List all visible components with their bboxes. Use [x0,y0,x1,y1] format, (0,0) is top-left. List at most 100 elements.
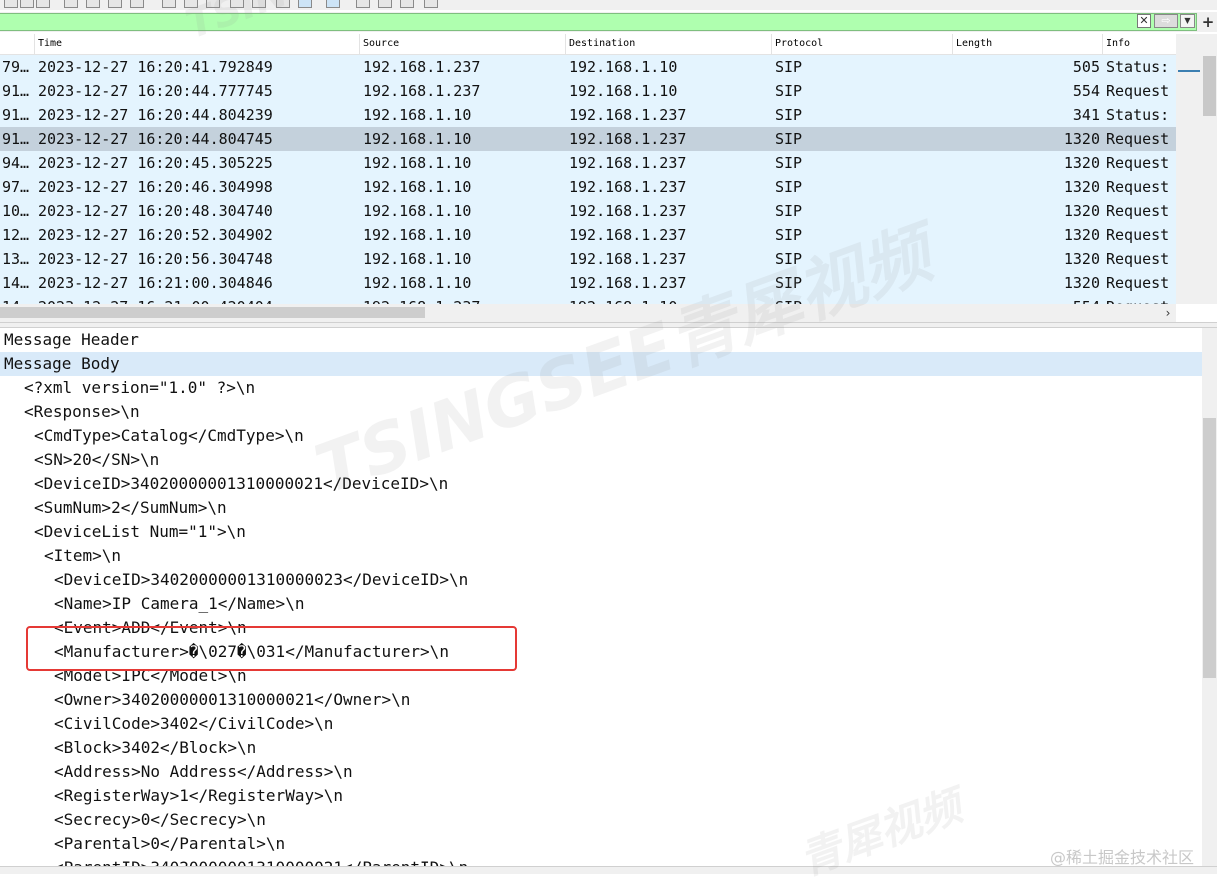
packet-cell-time: 2023-12-27 16:20:44.804239 [38,106,273,124]
packet-row[interactable]: 12… 2023-12-27 16:20:52.304902 192.168.1.1… [0,223,1176,247]
packet-cell-no: 97… [2,178,30,196]
manufacturer-highlight-annotation [26,626,517,671]
packet-list-minimap[interactable] [1176,34,1202,304]
detail-tree-item[interactable]: <Name>IP Camera_1</Name>\n [0,592,1202,616]
forward-icon[interactable] [184,0,198,8]
packet-cell-info: Request [1106,250,1170,268]
main-toolbar [0,0,1217,10]
packet-row[interactable]: 10… 2023-12-27 16:20:48.304740 192.168.1.1… [0,199,1176,223]
column-header-source[interactable]: Source [359,34,565,54]
filter-history-dropdown-icon[interactable]: ▼ [1180,14,1195,28]
packet-cell-source: 192.168.1.237 [363,58,481,76]
packet-cell-time: 2023-12-27 16:21:00.304846 [38,274,273,292]
detail-tree-item-text: <CmdType>Catalog</CmdType>\n [34,426,304,445]
packet-row[interactable]: 13… 2023-12-27 16:20:56.304748 192.168.1.1… [0,247,1176,271]
packet-list-header: Time Source Destination Protocol Length … [0,34,1176,55]
packet-list-horizontal-scrollbar[interactable]: › [0,304,1176,322]
apply-filter-icon[interactable]: ⇨ [1154,14,1178,28]
scrollbar-thumb[interactable] [1203,56,1216,116]
detail-tree-item[interactable]: <Block>3402</Block>\n [0,736,1202,760]
packet-cell-destination: 192.168.1.237 [569,130,687,148]
packet-cell-source: 192.168.1.10 [363,202,472,220]
packet-row[interactable]: 91… 2023-12-27 16:20:44.804239 192.168.1.1… [0,103,1176,127]
save-file-icon[interactable] [86,0,100,8]
packet-cell-source: 192.168.1.10 [363,154,472,172]
detail-tree-item-text: <DeviceID>34020000001310000021</DeviceID… [34,474,449,493]
display-filter-input[interactable] [0,13,1197,31]
detail-tree-item[interactable]: <?xml version="1.0" ?>\n [0,376,1202,400]
detail-tree-item[interactable]: <SN>20</SN>\n [0,448,1202,472]
toolbar-button[interactable] [20,0,34,8]
detail-tree-item[interactable]: <DeviceList Num="1">\n [0,520,1202,544]
last-packet-icon[interactable] [252,0,266,8]
packet-cell-source: 192.168.1.10 [363,178,472,196]
display-filter-bar: ✕ ⇨ ▼ + [0,12,1217,32]
column-header-destination[interactable]: Destination [565,34,771,54]
packet-row[interactable]: 91… 2023-12-27 16:20:44.777745 192.168.1.2… [0,79,1176,103]
packet-cell-destination: 192.168.1.237 [569,250,687,268]
packet-cell-length: 1320 [1063,154,1100,172]
scrollbar-thumb[interactable] [0,307,425,318]
pane-splitter-bottom[interactable] [0,866,1217,874]
detail-tree-item-text: <SumNum>2</SumNum>\n [34,498,227,517]
detail-tree-item[interactable]: Message Body [0,352,1202,376]
packet-cell-protocol: SIP [775,250,803,268]
close-file-icon[interactable] [108,0,122,8]
detail-tree-item[interactable]: <Response>\n [0,400,1202,424]
toolbar-button[interactable] [4,0,18,8]
packet-cell-length: 1320 [1063,226,1100,244]
packet-cell-destination: 192.168.1.237 [569,274,687,292]
scroll-right-icon[interactable]: › [1160,304,1176,322]
detail-tree-item-text: <Secrecy>0</Secrecy>\n [54,810,266,829]
packet-cell-time: 2023-12-27 16:20:48.304740 [38,202,273,220]
packet-cell-info: Request [1106,274,1170,292]
detail-tree-item[interactable]: Message Header [0,328,1202,352]
column-header-info[interactable]: Info [1102,34,1176,54]
packet-row[interactable]: 91… 2023-12-27 16:20:44.804745 192.168.1.1… [0,127,1176,151]
detail-tree-item[interactable]: <Address>No Address</Address>\n [0,760,1202,784]
autoscroll-icon[interactable] [276,0,290,8]
detail-tree-item-text: <Owner>34020000001310000021</Owner>\n [54,690,411,709]
detail-tree-item[interactable]: <DeviceID>34020000001310000023</DeviceID… [0,568,1202,592]
toolbar-button[interactable] [36,0,50,8]
packet-details-tree: Message Header Message Body <?xml version=… [0,328,1202,874]
detail-tree-item[interactable]: <DeviceID>34020000001310000021</DeviceID… [0,472,1202,496]
resize-columns-icon[interactable] [326,0,340,8]
goto-packet-icon[interactable] [206,0,220,8]
first-packet-icon[interactable] [230,0,244,8]
reload-icon[interactable] [130,0,144,8]
column-header-protocol[interactable]: Protocol [771,34,952,54]
packet-cell-no: 94… [2,154,30,172]
packet-cell-length: 1320 [1063,178,1100,196]
detail-tree-item[interactable]: <Owner>34020000001310000021</Owner>\n [0,688,1202,712]
detail-tree-item[interactable]: <Item>\n [0,544,1202,568]
packet-row[interactable]: 97… 2023-12-27 16:20:46.304998 192.168.1.1… [0,175,1176,199]
column-header-time[interactable]: Time [34,34,359,54]
detail-tree-item[interactable]: <Parental>0</Parental>\n [0,832,1202,856]
zoom-in-icon[interactable] [356,0,370,8]
detail-tree-item[interactable]: <CivilCode>3402</CivilCode>\n [0,712,1202,736]
colorize-icon[interactable] [298,0,312,8]
zoom-out-icon[interactable] [378,0,392,8]
open-file-icon[interactable] [64,0,78,8]
credit-watermark: @稀土掘金技术社区 [1050,848,1195,867]
packet-row[interactable]: 94… 2023-12-27 16:20:45.305225 192.168.1.1… [0,151,1176,175]
detail-tree-item[interactable]: <Secrecy>0</Secrecy>\n [0,808,1202,832]
packet-cell-source: 192.168.1.10 [363,226,472,244]
packet-list-vertical-scrollbar[interactable] [1202,34,1217,304]
detail-tree-item[interactable]: <CmdType>Catalog</CmdType>\n [0,424,1202,448]
detail-tree-item[interactable]: <SumNum>2</SumNum>\n [0,496,1202,520]
column-header-length[interactable]: Length [952,34,1102,54]
clear-filter-icon[interactable]: ✕ [1137,14,1151,28]
resize-icon[interactable] [424,0,438,8]
packet-row[interactable]: 14… 2023-12-27 16:21:00.304846 192.168.1.1… [0,271,1176,295]
packet-row[interactable]: 79… 2023-12-27 16:20:41.792849 192.168.1.2… [0,55,1176,79]
packet-cell-destination: 192.168.1.237 [569,226,687,244]
back-icon[interactable] [162,0,176,8]
detail-tree-item-text: <Item>\n [44,546,122,565]
detail-tree-item[interactable]: <RegisterWay>1</RegisterWay>\n [0,784,1202,808]
add-filter-button-icon[interactable]: + [1199,12,1217,32]
details-vertical-scrollbar[interactable] [1202,328,1217,868]
zoom-reset-icon[interactable] [400,0,414,8]
scrollbar-thumb[interactable] [1203,418,1216,678]
